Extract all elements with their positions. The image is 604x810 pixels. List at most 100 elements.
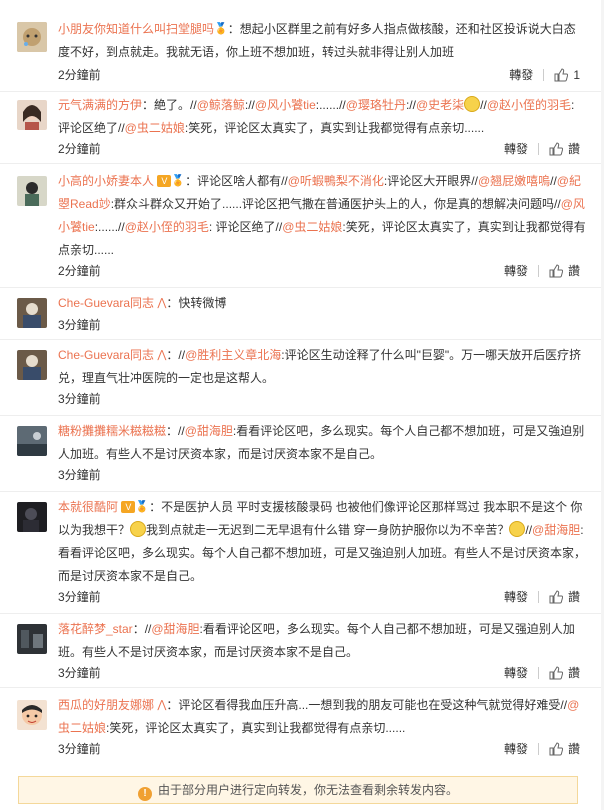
- mention-link[interactable]: @虫二姑娘: [125, 121, 185, 135]
- repost-body: :......//: [94, 220, 125, 234]
- avatar[interactable]: [17, 100, 47, 130]
- user-name[interactable]: 元气满满的方伊: [58, 98, 142, 112]
- verified-icon: V: [157, 175, 172, 187]
- list-item: 小朋友你知道什么叫扫堂腿吗🏅：想起小区群里之前有好多人指点做核酸，还和社区投诉说…: [0, 0, 604, 92]
- avatar[interactable]: [17, 298, 47, 328]
- divider: [537, 666, 539, 679]
- avatar[interactable]: [17, 700, 47, 730]
- divider: [537, 590, 539, 603]
- avatar[interactable]: [17, 350, 47, 380]
- repost-body: :评论区大开眼界//: [383, 174, 478, 188]
- user-name[interactable]: 小朋友你知道什么叫扫堂腿吗: [58, 22, 214, 36]
- verified-icon: V: [121, 501, 136, 513]
- mention-link[interactable]: @胜利主义章北海: [185, 348, 281, 362]
- repost-body: ://: [405, 98, 416, 112]
- thumb-up-icon: [549, 141, 563, 155]
- repost-text: 本就很酷阿 V 🏅：不是医护人员 平时支援核酸录码 也被他们像评论区那样骂过 我本…: [58, 500, 587, 583]
- list-item: 本就很酷阿 V 🏅：不是医护人员 平时支援核酸录码 也被他们像评论区那样骂过 我本…: [0, 492, 604, 614]
- repost-body: ：//: [166, 424, 185, 438]
- timestamp: 3分鐘前: [58, 666, 101, 680]
- like-button[interactable]: 讚: [549, 140, 580, 157]
- mention-link[interactable]: @璎珞牡丹: [346, 98, 406, 112]
- forward-button[interactable]: 轉發: [504, 262, 528, 279]
- forward-button[interactable]: 轉發: [509, 66, 533, 83]
- user-name[interactable]: Che-Guevara同志: [58, 296, 154, 310]
- forward-button[interactable]: 轉發: [504, 664, 528, 681]
- action-bar: 轉發 1: [509, 66, 580, 83]
- mention-link[interactable]: @甜海胆: [151, 622, 199, 636]
- action-bar: 轉發 讚: [504, 740, 580, 757]
- forward-button[interactable]: 轉發: [504, 588, 528, 605]
- timestamp: 2分鐘前: [58, 264, 101, 278]
- timestamp: 3分鐘前: [58, 468, 101, 482]
- timestamp: 3分鐘前: [58, 318, 101, 332]
- repost-text: 落花醉梦_star：//@甜海胆:看看评论区吧，多么现实。每个人自己都不想加班，…: [58, 618, 586, 664]
- mention-link[interactable]: @虫二姑娘: [282, 220, 342, 234]
- like-label: 讚: [567, 742, 580, 756]
- forward-button[interactable]: 轉發: [504, 140, 528, 157]
- smile-emoji-icon: [130, 521, 147, 537]
- avatar-image: [17, 426, 47, 456]
- repost-body: ：评论区啥人都有//: [185, 174, 288, 188]
- repost-text: 小朋友你知道什么叫扫堂腿吗🏅：想起小区群里之前有好多人指点做核酸，还和社区投诉说…: [58, 18, 586, 64]
- mention-link[interactable]: @甜海胆: [532, 523, 580, 537]
- user-name[interactable]: 本就很酷阿: [58, 500, 118, 514]
- list-item: 糖粉攤攤糯米糍糍糍：//@甜海胆:看看评论区吧，多么现实。每个人自己都不想加班，…: [0, 416, 604, 492]
- repost-text: Che-Guevara同志 ⋀：//@胜利主义章北海:评论区生动诠释了什么叫"巨…: [58, 344, 586, 390]
- avatar-image: [17, 700, 47, 730]
- avatar-image: [17, 22, 47, 52]
- mention-link[interactable]: @史老柒: [416, 98, 464, 112]
- repost-body: :笑死，评论区太真实了，真实到让我都觉得有点亲切......: [106, 721, 406, 735]
- avatar[interactable]: [17, 426, 47, 456]
- mention-link[interactable]: @甜海胆: [185, 424, 233, 438]
- thumb-up-icon: [554, 67, 569, 81]
- list-item: 元气满满的方伊：絶了。//@鲸落鲸://@风小饕tie:......//@璎珞牡…: [0, 92, 604, 164]
- mention-link[interactable]: @翘屁嫩嘻嗚: [478, 174, 550, 188]
- timestamp: 2分鐘前: [58, 68, 101, 82]
- forward-button[interactable]: 轉發: [504, 740, 528, 757]
- timestamp: 3分鐘前: [58, 392, 101, 406]
- mention-link[interactable]: @赵小侄的羽毛: [487, 98, 571, 112]
- mention-link[interactable]: @赵小侄的羽毛: [125, 220, 209, 234]
- user-name[interactable]: 糖粉攤攤糯米糍糍糍: [58, 424, 166, 438]
- list-item: 西瓜的好朋友娜娜 ⋀：评论区看得我血压升高...一想到我的朋友可能也在受这种气就…: [0, 688, 604, 766]
- like-button[interactable]: 讚: [549, 664, 580, 681]
- mention-link[interactable]: @鲸落鲸: [197, 98, 245, 112]
- repost-text: 小高的小娇妻本人 V 🏅：评论区啥人都有//@听蝦鴨梨不消化:评论区大开眼界//@…: [58, 170, 586, 262]
- mention-link[interactable]: @风小饕tie: [255, 98, 316, 112]
- vip-badge-icon: 🏅: [171, 175, 186, 187]
- warning-icon: !: [137, 787, 152, 801]
- mention-link[interactable]: @听蝦鴨梨不消化: [288, 174, 384, 188]
- avatar[interactable]: [17, 624, 47, 654]
- repost-body: 我到点就走一无迟到二无早退有什么错 穿一身防护服你以为不辛苦？: [146, 523, 510, 537]
- user-name[interactable]: 落花醉梦_star: [58, 622, 133, 636]
- avatar[interactable]: [17, 176, 47, 206]
- restricted-forward-notice: ! 由于部分用户进行定向转发，你无法查看剩余转发内容。: [18, 776, 578, 804]
- thumb-up-icon: [549, 741, 563, 755]
- timestamp: 3分鐘前: [58, 742, 101, 756]
- like-label: 讚: [567, 666, 580, 680]
- avatar-image: [17, 298, 47, 328]
- list-item: Che-Guevara同志 ⋀：快转微博 3分鐘前: [0, 288, 604, 340]
- repost-body: :笑死，评论区太真实了，真实到让我都觉得有点亲切......: [184, 121, 485, 135]
- repost-text: 西瓜的好朋友娜娜 ⋀：评论区看得我血压升高...一想到我的朋友可能也在受这种气就…: [58, 694, 586, 740]
- like-button[interactable]: 讚: [549, 588, 580, 605]
- user-name[interactable]: Che-Guevara同志: [58, 348, 154, 362]
- repost-text: 元气满满的方伊：絶了。//@鲸落鲸://@风小饕tie:......//@璎珞牡…: [58, 94, 586, 140]
- like-label: 讚: [567, 590, 580, 604]
- like-button[interactable]: 讚: [549, 740, 580, 757]
- user-name[interactable]: 西瓜的好朋友娜娜: [58, 698, 154, 712]
- divider: [537, 264, 539, 277]
- like-label: 讚: [567, 264, 580, 278]
- thumb-up-icon: [549, 665, 563, 679]
- repost-body: //: [550, 174, 557, 188]
- list-item: Che-Guevara同志 ⋀：//@胜利主义章北海:评论区生动诠释了什么叫"巨…: [0, 340, 604, 416]
- vip-badge-icon: 🏅: [135, 501, 150, 513]
- user-name[interactable]: 小高的小娇妻本人: [58, 174, 154, 188]
- avatar[interactable]: [17, 502, 47, 532]
- like-button[interactable]: 讚: [549, 262, 580, 279]
- notice-text: 由于部分用户进行定向转发，你无法查看剩余转发内容。: [157, 783, 458, 797]
- list-item: 落花醉梦_star：//@甜海胆:看看评论区吧，多么现实。每个人自己都不想加班，…: [0, 614, 604, 688]
- avatar[interactable]: [17, 22, 47, 52]
- like-button[interactable]: 1: [554, 68, 580, 82]
